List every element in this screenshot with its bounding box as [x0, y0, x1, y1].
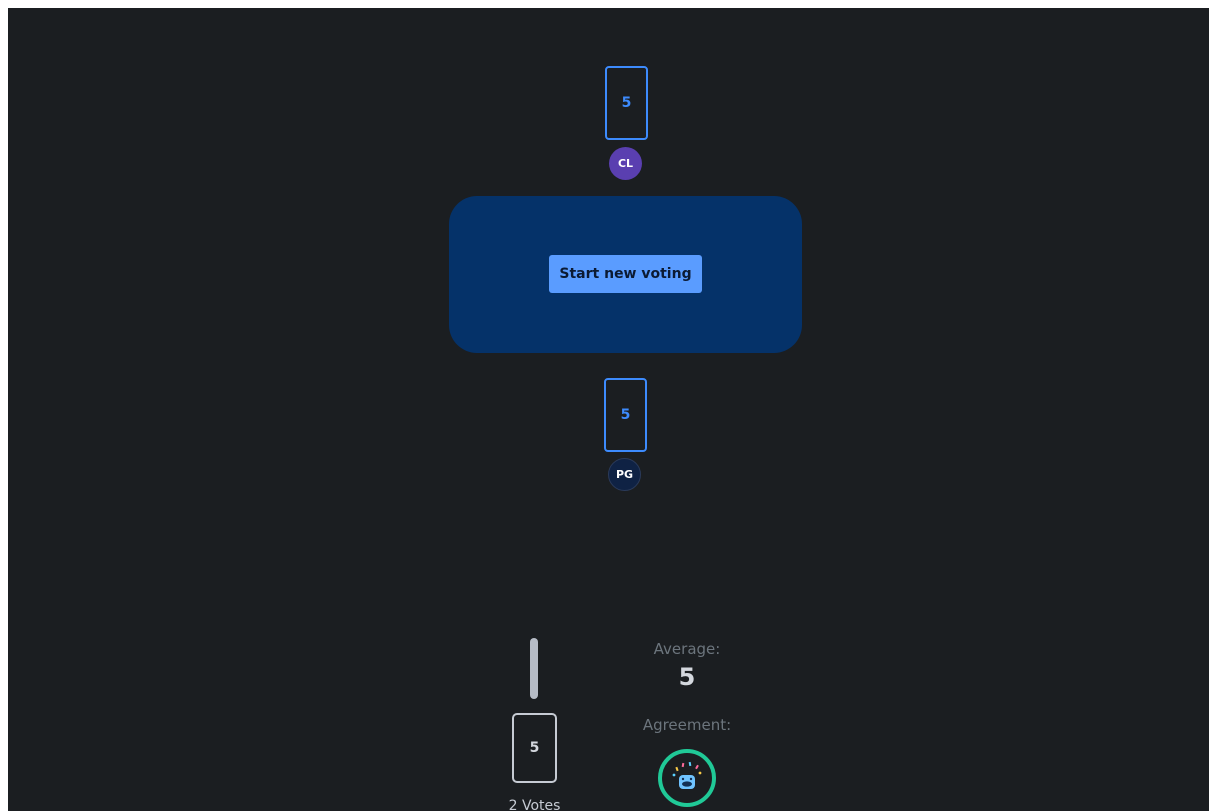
avatar-pg: PG — [608, 458, 641, 491]
card-value: 5 — [620, 407, 631, 423]
poker-table-app: 5 CL Start new voting 5 PG 5 2 Votes Ave… — [8, 8, 1209, 811]
average-value: 5 — [678, 663, 696, 691]
card-value: 5 — [621, 95, 632, 111]
player-card-pg: 5 — [604, 378, 647, 452]
player-card-cl: 5 — [605, 66, 648, 140]
agreement-label: Agreement: — [642, 716, 732, 734]
avatar-cl: CL — [609, 147, 642, 180]
vote-distribution-bar — [530, 638, 538, 699]
average-label: Average: — [653, 640, 721, 658]
result-card: 5 — [512, 713, 557, 783]
votes-count-label: 2 Votes — [508, 798, 561, 811]
result-card-value: 5 — [529, 740, 540, 756]
agreement-indicator — [658, 749, 716, 807]
poker-table: Start new voting — [449, 196, 802, 353]
start-new-voting-button[interactable]: Start new voting — [549, 255, 702, 293]
party-face-icon — [672, 761, 702, 789]
avatar-initials: PG — [615, 468, 634, 481]
avatar-initials: CL — [617, 157, 634, 170]
